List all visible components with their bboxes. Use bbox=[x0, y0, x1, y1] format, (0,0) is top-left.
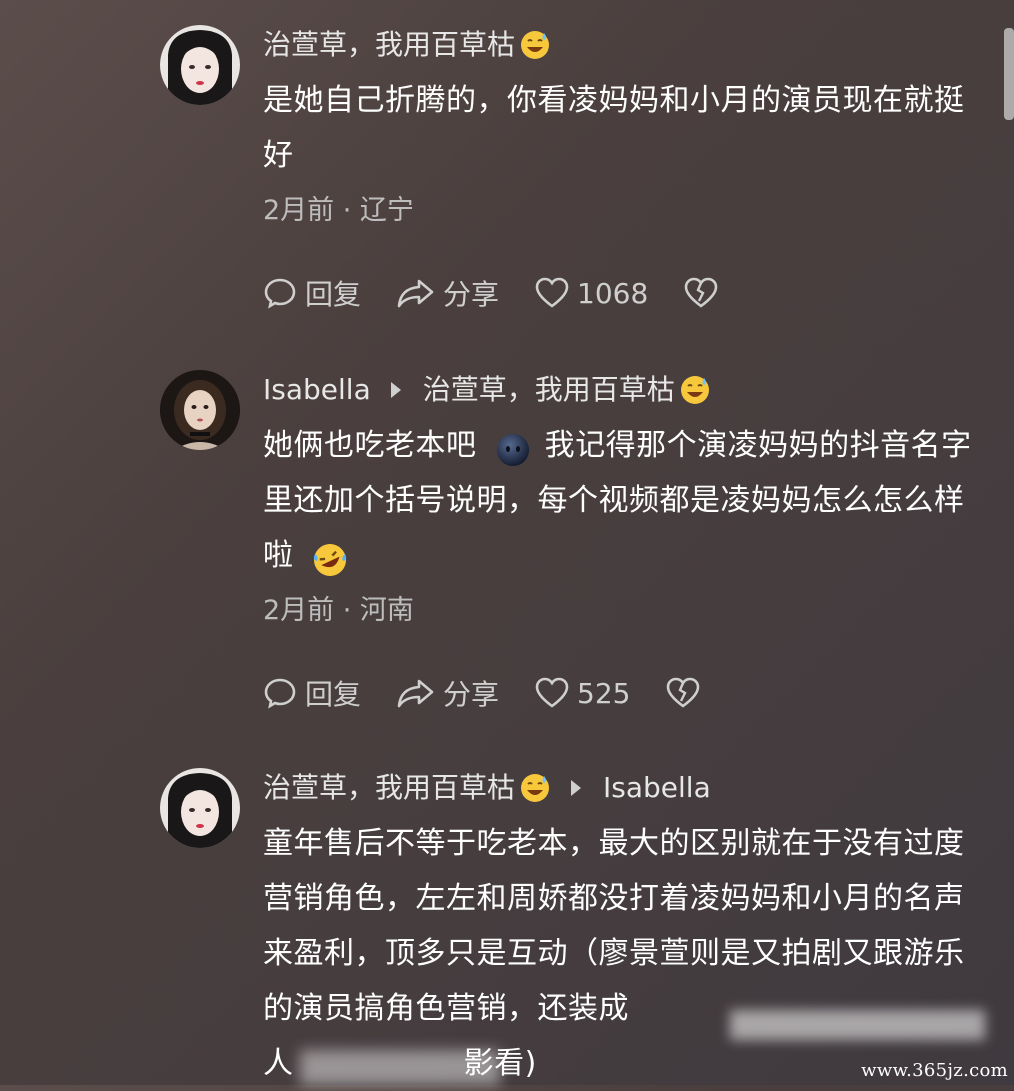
redaction-blur bbox=[300, 1050, 500, 1085]
reply-to-name[interactable]: Isabella bbox=[603, 768, 711, 808]
dislike-button[interactable] bbox=[684, 277, 726, 309]
sweat-smile-emoji-icon bbox=[519, 772, 551, 804]
comment-meta: 2月前 · 河南 bbox=[263, 595, 414, 626]
share-button[interactable]: 分享 bbox=[397, 673, 499, 713]
like-count: 1068 bbox=[577, 276, 649, 310]
like-button[interactable]: 525 bbox=[535, 677, 630, 710]
reply-label: 回复 bbox=[305, 278, 362, 311]
broken-heart-icon bbox=[667, 677, 700, 708]
share-button[interactable]: 分享 bbox=[397, 273, 499, 313]
reply-bubble-icon bbox=[264, 278, 296, 309]
rolling-laugh-emoji-icon bbox=[312, 541, 346, 576]
comment-actions: 回复 分享 1068 bbox=[263, 273, 984, 313]
comment-text: 是她自己折腾的，你看凌妈妈和小月的演员现在就挺好 bbox=[263, 83, 965, 173]
comment-header: 治萱草，我用百草枯 bbox=[263, 25, 984, 65]
redaction-blur bbox=[730, 1010, 985, 1040]
reply-label: 回复 bbox=[305, 678, 362, 711]
like-count: 525 bbox=[577, 676, 631, 710]
author-name[interactable]: 治萱草，我用百草枯 bbox=[263, 768, 515, 808]
reply-button[interactable]: 回复 bbox=[263, 673, 361, 713]
reply-to-arrow-icon bbox=[390, 382, 401, 398]
heart-icon bbox=[535, 277, 569, 308]
reply-bubble-icon bbox=[264, 678, 296, 709]
share-arrow-icon bbox=[397, 279, 434, 308]
reply-to-name[interactable]: 治萱草，我用百草枯 bbox=[423, 370, 675, 410]
avatar[interactable] bbox=[160, 370, 240, 450]
author-name[interactable]: Isabella bbox=[263, 370, 371, 410]
dark-face-emoji-icon bbox=[495, 431, 529, 466]
comment-actions: 回复 分享 525 bbox=[263, 673, 984, 713]
author-name[interactable]: 治萱草，我用百草枯 bbox=[263, 25, 515, 65]
broken-heart-icon bbox=[684, 277, 718, 308]
avatar[interactable] bbox=[160, 25, 240, 105]
comment-header: Isabella 治萱草，我用百草枯 bbox=[263, 370, 984, 410]
reply-to-arrow-icon bbox=[571, 780, 582, 796]
sweat-smile-emoji-icon bbox=[519, 29, 551, 61]
dislike-button[interactable] bbox=[666, 677, 708, 709]
sweat-smile-emoji-icon bbox=[679, 374, 711, 406]
share-label: 分享 bbox=[443, 278, 500, 311]
avatar[interactable] bbox=[160, 768, 240, 848]
like-button[interactable]: 1068 bbox=[535, 277, 648, 310]
scrollbar[interactable] bbox=[1004, 28, 1014, 120]
comment-text-part: 人 bbox=[263, 1046, 294, 1081]
comment-meta: 2月前 · 辽宁 bbox=[263, 195, 414, 226]
comment-text-part: 童年售后不等于吃老本，最大的区别就在于没有过度营销角色，左左和周娇都没打着凌妈妈… bbox=[263, 826, 965, 1026]
comment-text-part: 她俩也吃老本吧 bbox=[263, 428, 477, 463]
share-arrow-icon bbox=[397, 679, 434, 708]
comment-header: 治萱草，我用百草枯 Isabella bbox=[263, 768, 984, 808]
heart-icon bbox=[535, 677, 569, 708]
comment-text: 她俩也吃老本吧 我记得那个演凌妈妈的抖音名字里还加个括号说明，每个视频都是凌妈妈… bbox=[263, 418, 984, 583]
reply-button[interactable]: 回复 bbox=[263, 273, 361, 313]
watermark: www.365jz.com bbox=[861, 1060, 1008, 1081]
share-label: 分享 bbox=[443, 678, 500, 711]
